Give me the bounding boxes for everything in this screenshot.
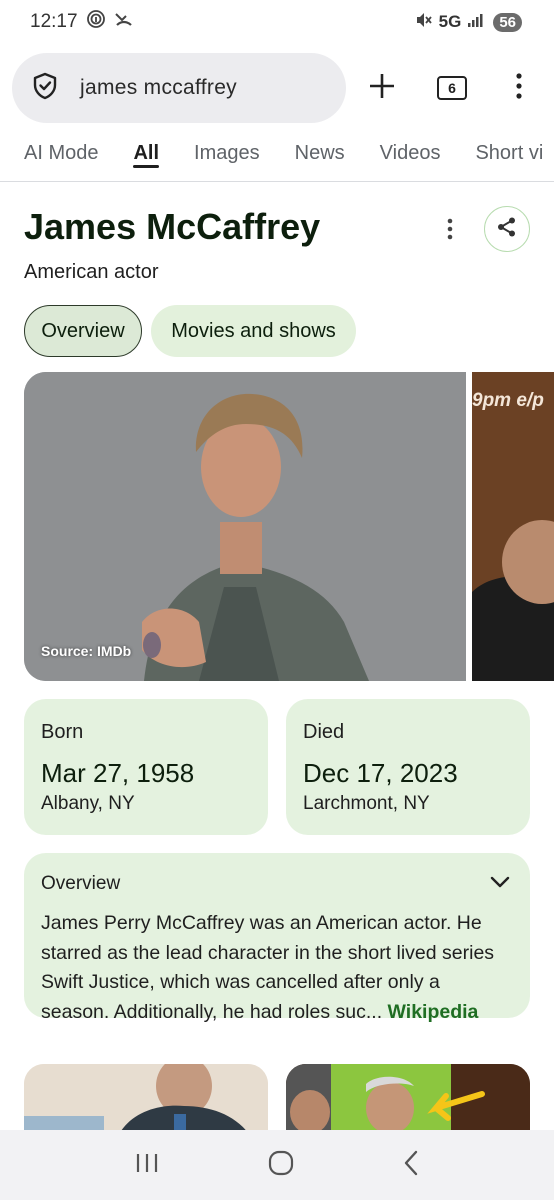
tab-count: 6 [437, 76, 467, 100]
born-card[interactable]: Born Mar 27, 1958 Albany, NY [24, 699, 268, 835]
related-image-2[interactable] [286, 1064, 530, 1134]
share-icon [496, 216, 518, 243]
recent-apps-button[interactable] [134, 1151, 160, 1180]
status-left: 12:17 [30, 9, 134, 35]
person-photo-illustration [24, 372, 466, 681]
tab-news[interactable]: News [295, 126, 345, 181]
share-button[interactable] [484, 206, 530, 252]
tab-switcher-button[interactable]: 6 [432, 52, 472, 124]
entity-more-button[interactable] [438, 216, 462, 246]
status-bar: 12:17 5G 56 [0, 0, 554, 44]
overview-card[interactable]: Overview James Perry McCaffrey was an Am… [24, 853, 530, 1023]
menu-button[interactable] [506, 52, 532, 124]
more-vert-icon [516, 72, 522, 104]
entity-title: James McCaffrey [24, 206, 321, 247]
status-right: 5G 56 [415, 11, 522, 34]
entity-photo[interactable]: Source: IMDb [24, 372, 466, 681]
tab-all[interactable]: All [133, 126, 159, 181]
new-tab-button[interactable] [362, 52, 402, 124]
tab-images[interactable]: Images [194, 126, 260, 181]
died-card[interactable]: Died Dec 17, 2023 Larchmont, NY [286, 699, 530, 835]
secondary-photo[interactable]: 9pm e/p [472, 372, 554, 681]
died-label: Died [303, 721, 345, 743]
signal-icon [467, 12, 487, 33]
tab-ai-mode[interactable]: AI Mode [24, 126, 98, 181]
died-place: Larchmont, NY [303, 793, 430, 814]
chip-overview[interactable]: Overview [24, 305, 142, 357]
back-button[interactable] [402, 1150, 420, 1181]
fingerprint-icon [86, 9, 106, 35]
image-source: Source: IMDb [41, 643, 132, 659]
mute-icon [415, 11, 433, 34]
system-nav-bar [0, 1130, 554, 1200]
status-time: 12:17 [30, 11, 78, 32]
search-bar[interactable]: james mccaffrey [12, 53, 346, 123]
shield-check-icon [32, 72, 58, 105]
expand-overview-button[interactable] [490, 875, 510, 893]
home-button[interactable] [268, 1150, 294, 1181]
born-date: Mar 27, 1958 [41, 758, 195, 788]
overview-text-block: James Perry McCaffrey was an American ac… [41, 909, 513, 1027]
overview-ellipsis: ... [365, 1000, 383, 1023]
plus-icon [368, 72, 396, 105]
tab-videos[interactable]: Videos [380, 126, 441, 181]
died-date: Dec 17, 2023 [303, 758, 458, 788]
related-image-1-illustration [24, 1064, 268, 1134]
battery-level: 56 [493, 12, 522, 32]
related-image-2-illustration [286, 1064, 530, 1134]
more-vert-icon [447, 218, 453, 245]
network-type: 5G [438, 12, 462, 31]
secondary-photo-text: 9pm e/p [472, 390, 544, 411]
search-row: james mccaffrey 6 [12, 52, 542, 124]
chevron-down-icon [490, 875, 510, 892]
related-image-1[interactable] [24, 1064, 268, 1134]
search-query: james mccaffrey [80, 76, 237, 99]
secondary-photo-illustration [472, 372, 554, 681]
born-place: Albany, NY [41, 793, 135, 814]
entity-subtitle: American actor [24, 261, 159, 283]
tab-short-videos[interactable]: Short vi [475, 126, 543, 181]
overview-heading: Overview [41, 873, 121, 894]
born-label: Born [41, 721, 84, 743]
wikipedia-link[interactable]: Wikipedia [388, 1001, 479, 1023]
missed-call-icon [114, 10, 134, 34]
chip-movies-and-shows[interactable]: Movies and shows [151, 305, 356, 357]
result-tabs: AI Mode All Images News Videos Short vi [0, 126, 554, 182]
